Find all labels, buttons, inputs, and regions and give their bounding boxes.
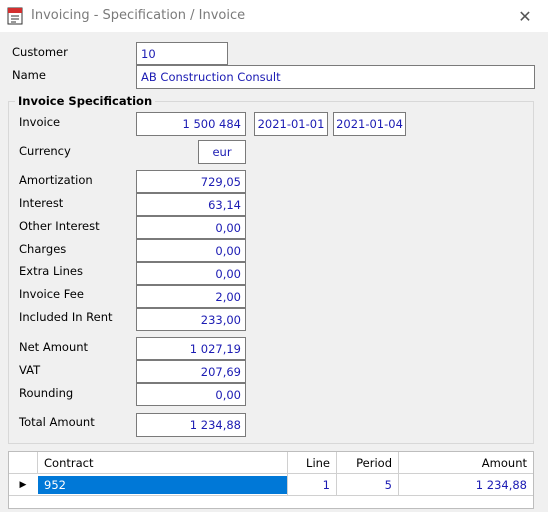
rounding-field[interactable]: 0,00 — [136, 383, 246, 406]
invoice-fee-field[interactable]: 2,00 — [136, 285, 246, 308]
date-to-field[interactable]: 2021-01-04 — [333, 112, 406, 136]
currency-label: Currency — [19, 144, 71, 158]
other-interest-label: Other Interest — [19, 219, 100, 233]
table-row[interactable]: 952 1 5 1 234,88 — [9, 474, 533, 496]
included-in-rent-label: Included In Rent — [19, 310, 113, 324]
contract-grid: Contract Line Period Amount 952 1 5 1 23… — [8, 451, 534, 509]
selection-highlight — [38, 476, 287, 494]
total-amount-label: Total Amount — [19, 415, 95, 429]
invoice-amount-field[interactable]: 1 500 484 — [136, 112, 246, 136]
current-row-arrow-icon: ▶ — [19, 480, 27, 490]
charges-label: Charges — [19, 242, 67, 256]
amortization-field[interactable]: 729,05 — [136, 170, 246, 193]
vat-label: VAT — [19, 363, 41, 377]
header-contract[interactable]: Contract — [38, 452, 288, 474]
close-button[interactable]: ✕ — [502, 0, 548, 32]
net-amount-label: Net Amount — [19, 340, 89, 354]
date-from-field[interactable]: 2021-01-01 — [254, 112, 328, 136]
header-amount[interactable]: Amount — [399, 452, 533, 474]
invoice-app-icon — [7, 7, 23, 25]
customer-field[interactable]: 10 — [136, 42, 228, 65]
name-label: Name — [12, 68, 46, 82]
invoice-label: Invoice — [19, 115, 61, 129]
charges-field[interactable]: 0,00 — [136, 239, 246, 262]
cell-contract[interactable]: 952 — [38, 474, 288, 496]
grid-header-marker — [9, 452, 38, 474]
net-amount-field[interactable]: 1 027,19 — [136, 337, 246, 360]
cell-line[interactable]: 1 — [288, 474, 337, 496]
extra-lines-field[interactable]: 0,00 — [136, 262, 246, 285]
title-bar: Invoicing - Specification / Invoice ✕ — [0, 0, 548, 32]
header-period[interactable]: Period — [337, 452, 399, 474]
interest-label: Interest — [19, 196, 64, 210]
included-in-rent-field[interactable]: 233,00 — [136, 308, 246, 331]
other-interest-field[interactable]: 0,00 — [136, 216, 246, 239]
contract-value: 952 — [44, 478, 66, 492]
cell-period[interactable]: 5 — [337, 474, 399, 496]
total-amount-field[interactable]: 1 234,88 — [136, 413, 246, 437]
header-line[interactable]: Line — [288, 452, 337, 474]
cell-amount[interactable]: 1 234,88 — [399, 474, 533, 496]
currency-field[interactable]: eur — [198, 140, 246, 164]
invoice-fee-label: Invoice Fee — [19, 287, 84, 301]
name-field[interactable]: AB Construction Consult — [136, 65, 535, 89]
rounding-label: Rounding — [19, 386, 74, 400]
window-title: Invoicing - Specification / Invoice — [31, 8, 246, 23]
grid-header: Contract Line Period Amount — [9, 452, 533, 474]
extra-lines-label: Extra Lines — [19, 264, 83, 278]
vat-field[interactable]: 207,69 — [136, 360, 246, 383]
customer-label: Customer — [12, 45, 68, 59]
interest-field[interactable]: 63,14 — [136, 193, 246, 216]
amortization-label: Amortization — [19, 173, 93, 187]
invoice-specification-title: Invoice Specification — [15, 94, 156, 108]
invoice-specification-group — [8, 101, 534, 444]
close-icon: ✕ — [518, 6, 532, 26]
